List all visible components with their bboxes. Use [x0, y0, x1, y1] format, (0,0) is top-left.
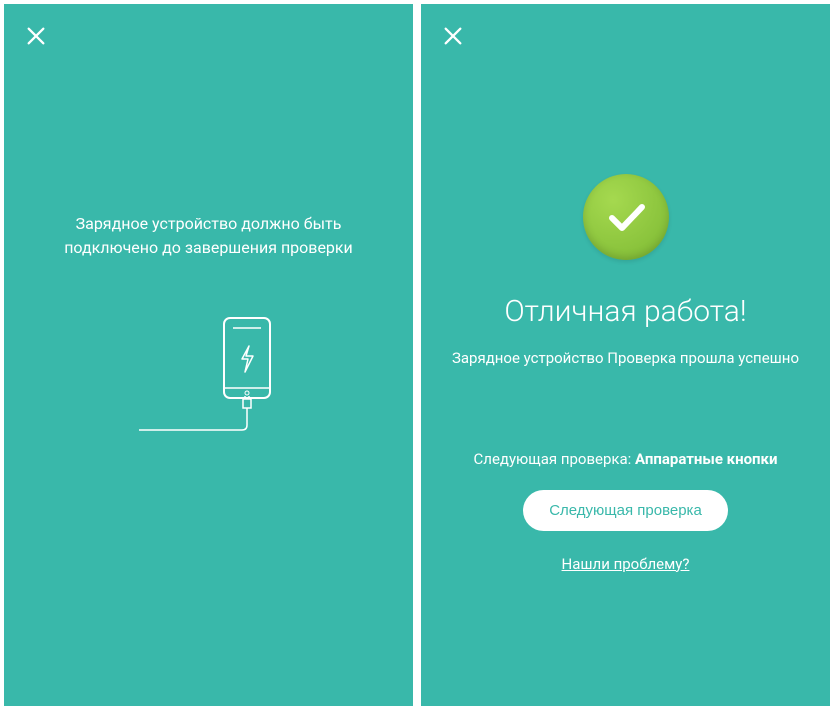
close-button[interactable] [22, 22, 50, 50]
close-icon [442, 25, 464, 47]
next-check-prefix: Следующая проверка: [474, 450, 636, 468]
success-badge [583, 174, 669, 260]
success-title: Отличная работа! [504, 294, 746, 329]
close-icon [25, 25, 47, 47]
instruction-text: Зарядное устройство должно быть подключе… [4, 212, 413, 260]
phone-charging-icon [109, 310, 309, 450]
problem-link[interactable]: Нашли проблему? [562, 555, 690, 573]
screen2-content: Отличная работа! Зарядное устройство Про… [421, 4, 830, 706]
next-check-name: Аппаратные кнопки [635, 450, 777, 468]
close-button[interactable] [439, 22, 467, 50]
success-subtitle: Зарядное устройство Проверка прошла успе… [422, 347, 829, 370]
checkmark-icon [602, 193, 650, 241]
next-check-label: Следующая проверка: Аппаратные кнопки [474, 450, 778, 468]
screen1-content: Зарядное устройство должно быть подключе… [4, 4, 413, 706]
next-check-button[interactable]: Следующая проверка [523, 490, 728, 531]
screen-test-success: Отличная работа! Зарядное устройство Про… [421, 4, 830, 706]
screen-charger-test: Зарядное устройство должно быть подключе… [4, 4, 413, 706]
